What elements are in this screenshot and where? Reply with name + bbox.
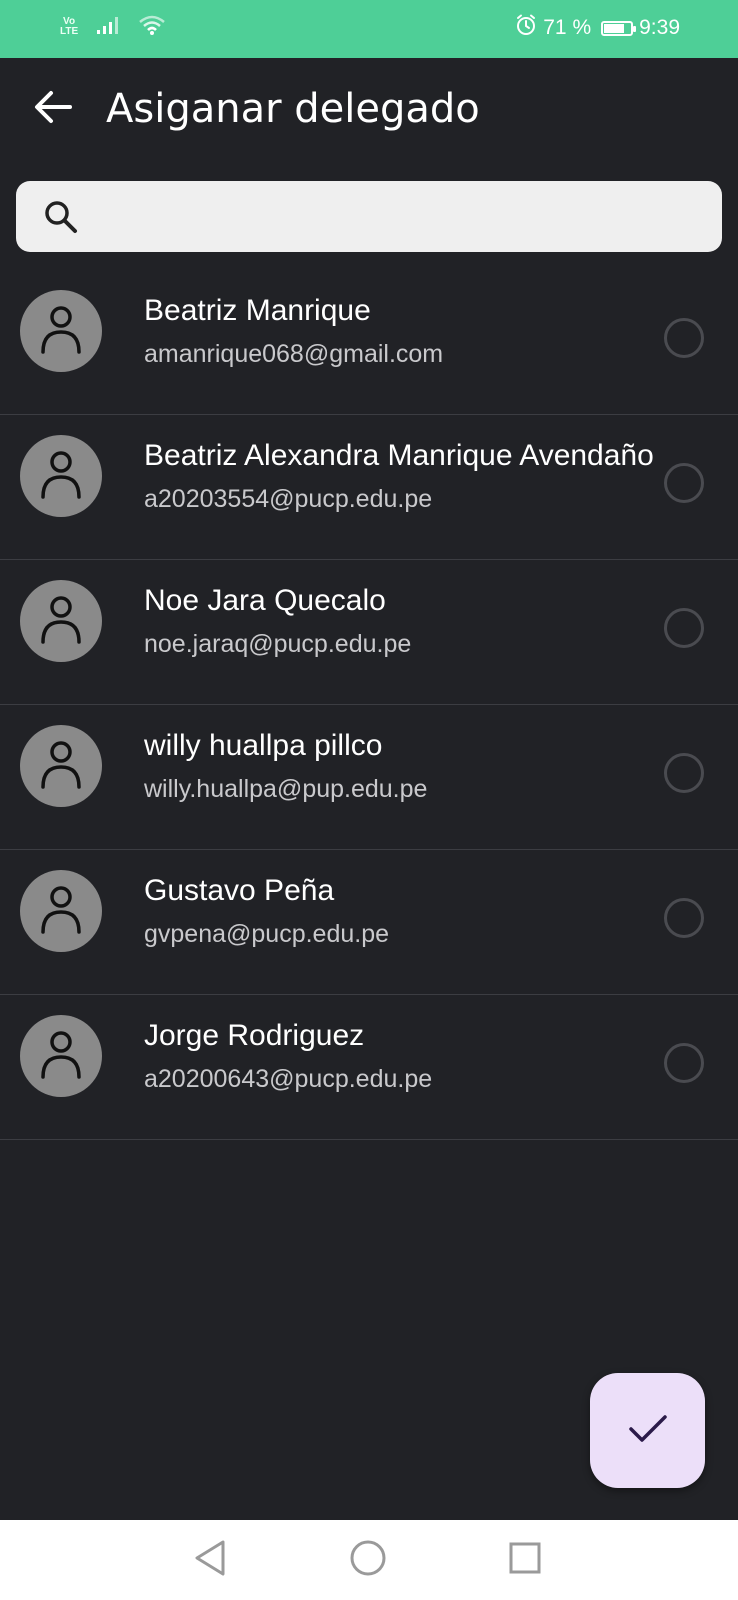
person-icon — [39, 449, 83, 503]
status-right: 71 % 9:39 — [515, 14, 680, 42]
contact-email: a20203554@pucp.edu.pe — [144, 485, 433, 513]
nav-back-button[interactable] — [190, 1540, 230, 1580]
screen: Vo LTE 71 % 9:39 Asiganar delegado Beatr… — [0, 0, 738, 1600]
check-icon — [628, 1414, 668, 1448]
app-bar: Asiganar delegado — [0, 58, 738, 174]
alarm-icon — [515, 14, 537, 42]
contact-row[interactable]: Beatriz Alexandra Manrique Avendaño a202… — [0, 415, 738, 560]
contact-row[interactable]: Jorge Rodriguez a20200643@pucp.edu.pe — [0, 995, 738, 1140]
select-radio[interactable] — [664, 753, 704, 793]
confirm-fab-button[interactable] — [590, 1373, 705, 1488]
avatar — [20, 580, 102, 662]
select-radio[interactable] — [664, 1043, 704, 1083]
contact-name: Noe Jara Quecalo — [144, 584, 386, 617]
battery-icon — [601, 20, 637, 36]
person-icon — [39, 1029, 83, 1083]
contact-email: noe.jaraq@pucp.edu.pe — [144, 630, 412, 658]
home-circle-icon — [349, 1539, 387, 1581]
battery-fill — [604, 23, 624, 33]
volte-indicator: Vo LTE — [60, 17, 78, 37]
select-radio[interactable] — [664, 898, 704, 938]
search-bar[interactable] — [16, 181, 722, 252]
contact-name: willy huallpa pillco — [144, 729, 383, 762]
contact-list: Beatriz Manrique amanrique068@gmail.com … — [0, 270, 738, 1140]
avatar — [20, 870, 102, 952]
contact-email: gvpena@pucp.edu.pe — [144, 920, 390, 948]
person-icon — [39, 739, 83, 793]
contact-row[interactable]: Gustavo Peña gvpena@pucp.edu.pe — [0, 850, 738, 995]
avatar — [20, 435, 102, 517]
volte-bottom-label: LTE — [60, 26, 79, 37]
back-button[interactable] — [28, 84, 78, 134]
system-nav-bar — [0, 1520, 738, 1600]
contact-name: Gustavo Peña — [144, 874, 335, 907]
search-input[interactable] — [96, 191, 700, 243]
search-icon — [42, 198, 80, 236]
signal-icon — [96, 15, 120, 39]
select-radio[interactable] — [664, 318, 704, 358]
status-left: Vo LTE — [60, 14, 166, 40]
contact-row[interactable]: willy huallpa pillco willy.huallpa@pup.e… — [0, 705, 738, 850]
nav-home-button[interactable] — [348, 1540, 388, 1580]
avatar — [20, 290, 102, 372]
contact-email: a20200643@pucp.edu.pe — [144, 1065, 433, 1093]
nav-recents-button[interactable] — [505, 1540, 545, 1580]
arrow-left-icon — [34, 90, 72, 128]
person-icon — [39, 884, 83, 938]
contact-name: Beatriz Alexandra Manrique Avendaño — [144, 439, 654, 472]
avatar — [20, 725, 102, 807]
avatar — [20, 1015, 102, 1097]
status-bar: Vo LTE 71 % 9:39 — [0, 0, 738, 58]
contact-name: Jorge Rodriguez — [144, 1019, 365, 1052]
wifi-icon — [138, 14, 166, 40]
contact-row[interactable]: Noe Jara Quecalo noe.jaraq@pucp.edu.pe — [0, 560, 738, 705]
person-icon — [39, 304, 83, 358]
contact-email: amanrique068@gmail.com — [144, 340, 444, 368]
recents-square-icon — [508, 1541, 542, 1579]
contact-email: willy.huallpa@pup.edu.pe — [144, 775, 428, 803]
back-triangle-icon — [193, 1539, 227, 1581]
contact-row[interactable]: Beatriz Manrique amanrique068@gmail.com — [0, 270, 738, 415]
battery-percent: 71 % — [543, 16, 592, 39]
select-radio[interactable] — [664, 608, 704, 648]
person-icon — [39, 594, 83, 648]
page-title: Asiganar delegado — [106, 86, 480, 132]
contact-name: Beatriz Manrique — [144, 294, 371, 327]
clock-time: 9:39 — [639, 16, 680, 39]
select-radio[interactable] — [664, 463, 704, 503]
